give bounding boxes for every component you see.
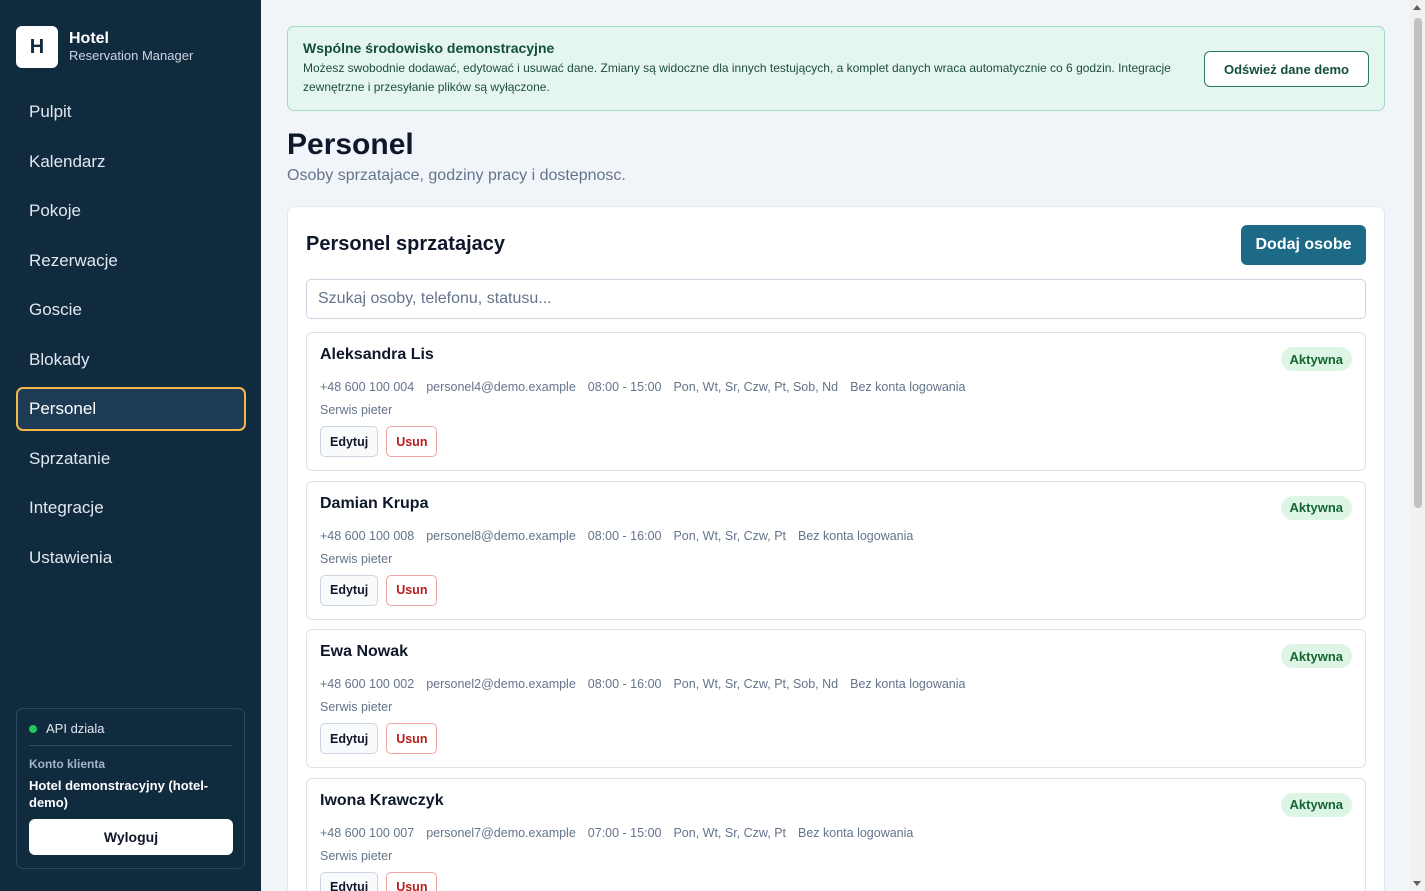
staff-panel: Personel sprzatajacy Dodaj osobe Aleksan… [287,206,1385,891]
staff-meta: +48 600 100 002 personel2@demo.example 0… [320,677,977,691]
staff-meta: +48 600 100 008 personel8@demo.example 0… [320,529,925,543]
staff-card: Damian Krupa Aktywna +48 600 100 008 per… [306,480,1366,620]
staff-hours: 08:00 - 16:00 [587,528,662,543]
staff-email: personel8@demo.example [426,528,576,543]
edit-button[interactable]: Edytuj [320,426,379,457]
staff-hours: 08:00 - 15:00 [587,380,662,394]
scroll-up-icon[interactable] [1413,5,1421,10]
staff-role: Serwis pieter [320,403,393,417]
delete-button[interactable]: Usun [386,426,438,457]
api-status: API dziala [29,721,232,746]
brand-title: Hotel [69,30,109,47]
panel-title: Personel sprzatajacy [306,233,505,255]
staff-phone: +48 600 100 008 [320,528,415,543]
staff-days: Pon, Wt, Sr, Czw, Pt, Sob, Nd [673,677,839,691]
refresh-demo-button[interactable]: Odśwież dane demo [1204,51,1369,87]
sidebar-item-integracje[interactable]: Integracje [16,486,246,530]
staff-email: personel2@demo.example [426,677,576,691]
status-badge: Aktywna [1280,644,1352,668]
sidebar-item-ustawienia[interactable]: Ustawienia [16,536,246,580]
page-scrollbar[interactable] [1410,0,1425,891]
api-status-text: API dziala [46,721,105,736]
sidebar-item-sprzatanie[interactable]: Sprzatanie [16,437,246,481]
page-title: Personel [287,128,414,161]
staff-role: Serwis pieter [320,848,393,863]
edit-button[interactable]: Edytuj [320,574,379,606]
scroll-thumb[interactable] [1414,18,1422,508]
sidebar-item-pulpit[interactable]: Pulpit [16,90,246,134]
demo-banner: Wspólne środowisko demonstracyjne Możesz… [287,26,1385,111]
edit-button[interactable]: Edytuj [320,871,379,891]
account-name: Hotel demonstracyjny (hotel-demo) [29,778,209,810]
staff-login: Bez konta logowania [798,528,914,543]
staff-phone: +48 600 100 004 [320,380,415,394]
sidebar-item-kalendarz[interactable]: Kalendarz [16,140,246,184]
staff-meta: +48 600 100 007 personel7@demo.example 0… [320,826,925,840]
sidebar-item-rezerwacje[interactable]: Rezerwacje [16,239,246,283]
staff-card: Aleksandra Lis Aktywna +48 600 100 004 p… [306,332,1366,471]
staff-days: Pon, Wt, Sr, Czw, Pt [673,528,786,543]
staff-name: Aleksandra Lis [320,346,434,363]
logout-button[interactable]: Wyloguj [29,819,233,855]
sidebar-item-pokoje[interactable]: Pokoje [16,189,246,233]
delete-button[interactable]: Usun [386,723,438,754]
staff-phone: +48 600 100 007 [320,825,415,840]
sidebar-item-goscie[interactable]: Goscie [16,288,246,332]
staff-days: Pon, Wt, Sr, Czw, Pt, Sob, Nd [673,380,839,394]
scroll-down-icon[interactable] [1413,881,1421,886]
sidebar-nav: Pulpit Kalendarz Pokoje Rezerwacje Gosci… [16,90,246,585]
search-input[interactable] [306,279,1366,319]
staff-hours: 08:00 - 16:00 [587,677,662,691]
staff-list: Aleksandra Lis Aktywna +48 600 100 004 p… [306,332,1366,891]
sidebar-item-personel[interactable]: Personel [16,387,246,431]
staff-login: Bez konta logowania [850,677,966,691]
staff-name: Damian Krupa [320,494,429,512]
staff-phone: +48 600 100 002 [320,677,415,691]
staff-email: personel7@demo.example [426,825,576,840]
edit-button[interactable]: Edytuj [320,723,379,754]
banner-text: Możesz swobodnie dodawać, edytować i usu… [303,61,1171,94]
delete-button[interactable]: Usun [386,871,438,891]
delete-button[interactable]: Usun [386,574,438,606]
page-subtitle: Osoby sprzatajace, godziny pracy i doste… [287,167,626,184]
account-card: API dziala Konto klienta Hotel demonstra… [16,708,245,869]
brand: H Hotel Reservation Manager [16,26,193,68]
staff-email: personel4@demo.example [426,380,576,394]
status-dot-icon [29,724,37,733]
hotel-logo-icon: H [16,26,58,68]
staff-role: Serwis pieter [320,551,393,566]
staff-hours: 07:00 - 15:00 [587,825,662,840]
staff-days: Pon, Wt, Sr, Czw, Pt [673,825,786,840]
status-badge: Aktywna [1280,347,1352,371]
sidebar: H Hotel Reservation Manager Pulpit Kalen… [0,0,261,891]
staff-card: Ewa Nowak Aktywna +48 600 100 002 person… [306,629,1366,768]
staff-name: Ewa Nowak [320,643,409,660]
status-badge: Aktywna [1280,495,1352,520]
status-badge: Aktywna [1280,792,1352,817]
staff-card: Iwona Krawczyk Aktywna +48 600 100 007 p… [306,777,1366,891]
staff-name: Iwona Krawczyk [320,791,444,809]
sidebar-item-blokady[interactable]: Blokady [16,338,246,382]
account-label: Konto klienta [29,757,106,771]
add-person-button[interactable]: Dodaj osobe [1241,225,1366,265]
staff-login: Bez konta logowania [850,380,966,394]
staff-login: Bez konta logowania [798,825,914,840]
staff-role: Serwis pieter [320,700,393,714]
brand-subtitle: Reservation Manager [69,48,194,63]
staff-meta: +48 600 100 004 personel4@demo.example 0… [320,380,977,394]
